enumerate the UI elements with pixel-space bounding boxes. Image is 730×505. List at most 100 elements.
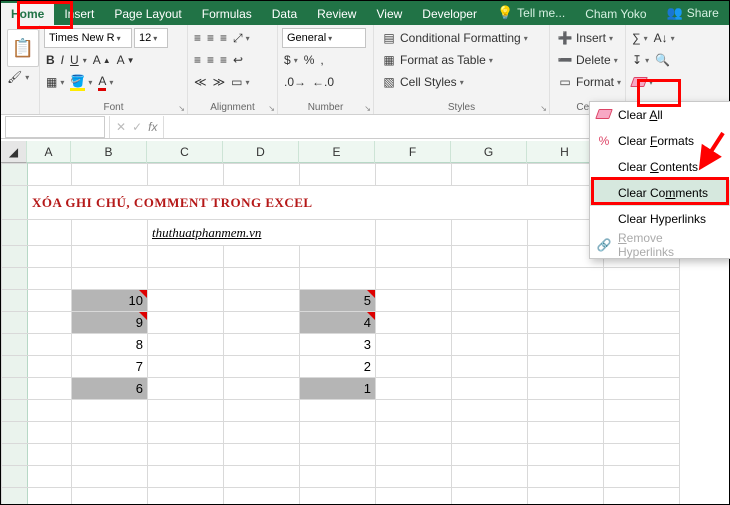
increase-font-button[interactable]: A▲ [91,52,113,68]
number-format-select[interactable]: General▾ [282,28,366,48]
table-row [2,268,680,290]
subtitle-cell[interactable]: thuthuatphanmem.vn [148,220,376,246]
increase-indent-button[interactable]: ≫ [211,74,228,90]
tab-insert[interactable]: Insert [54,3,104,25]
group-styles: ▤Conditional Formatting ▦Format as Table… [374,25,550,114]
col-header-b[interactable]: B [71,141,147,163]
tab-user[interactable]: Cham Yoko [575,3,656,25]
col-header-a[interactable]: A [27,141,71,163]
fill-button[interactable]: ↧ [630,52,651,68]
align-right-button[interactable]: ≡ [218,52,229,68]
eraser-icon [596,108,612,122]
clear-formats-icon: % [596,134,612,148]
group-number: General▾ $ % , .0→ ←.0 Number [278,25,374,114]
menu-remove-hyperlinks: 🔗Remove Hyperlinks [590,232,730,258]
font-color-button[interactable]: A [96,73,115,92]
table-row: thuthuatphanmem.vn [2,220,680,246]
menu-clear-comments[interactable]: Clear Comments [590,180,730,206]
paste-button[interactable]: 📋 [7,29,39,67]
col-header-g[interactable]: G [451,141,527,163]
conditional-formatting-button[interactable]: ▤Conditional Formatting [378,28,530,48]
align-left-button[interactable]: ≡ [192,52,203,68]
table-row: 94 [2,312,680,334]
tab-home[interactable]: Home [1,3,54,25]
table-row: 61 [2,378,680,400]
cell-styles-button[interactable]: ▧Cell Styles [378,72,466,92]
underline-button[interactable]: U▾ [68,52,89,68]
table-row: XÓA GHI CHÚ, COMMENT TRONG EXCEL [2,186,680,220]
menu-clear-formats[interactable]: %Clear Formats [590,128,730,154]
autosum-button[interactable]: ∑ [630,30,650,46]
tab-data[interactable]: Data [262,3,307,25]
insert-icon: ➕ [556,29,574,47]
table-row [2,444,680,466]
tab-page-layout[interactable]: Page Layout [104,3,191,25]
accounting-button[interactable]: $ [282,52,300,68]
delete-icon: ➖ [556,51,574,69]
bold-button[interactable]: B [44,52,57,68]
col-header-e[interactable]: E [299,141,375,163]
wrap-text-button[interactable]: ↩ [231,52,245,68]
menu-clear-hyperlinks[interactable]: Clear Hyperlinks [590,206,730,232]
table-row [2,488,680,505]
align-bottom-button[interactable]: ≡ [218,30,229,46]
clear-dropdown-menu: Clear All %Clear Formats Clear Contents … [589,101,730,259]
table-row: 72 [2,356,680,378]
percent-button[interactable]: % [302,52,317,68]
tab-review[interactable]: Review [307,3,366,25]
increase-decimal-button[interactable]: .0→ [282,74,308,90]
title-cell[interactable]: XÓA GHI CHÚ, COMMENT TRONG EXCEL [28,186,680,220]
tab-developer[interactable]: Developer [412,3,487,25]
cond-format-icon: ▤ [380,29,398,47]
select-all-corner[interactable]: ◢ [1,141,27,163]
format-as-table-button[interactable]: ▦Format as Table [378,50,495,70]
border-button[interactable]: ▦ [44,74,66,90]
tab-view[interactable]: View [366,3,412,25]
font-size-select[interactable]: 12▾ [134,28,168,48]
italic-button[interactable]: I [59,52,66,68]
col-header-d[interactable]: D [223,141,299,163]
fill-color-button[interactable]: 🪣 [68,73,94,92]
comma-button[interactable]: , [318,52,325,68]
table-row [2,164,680,186]
menu-clear-all[interactable]: Clear All [590,102,730,128]
font-name-select[interactable]: Times New R▾ [44,28,132,48]
cell-grid[interactable]: XÓA GHI CHÚ, COMMENT TRONG EXCEL thuthua… [1,163,680,504]
name-box[interactable] [5,116,105,138]
find-select-button[interactable]: 🔍 [653,52,672,68]
currency-icon: $ [284,53,291,67]
decrease-font-button[interactable]: A▼ [115,52,137,68]
find-icon: 🔍 [655,53,670,67]
cancel-formula-icon[interactable]: ✕ [116,120,126,134]
orientation-button[interactable]: ⤢ [231,30,252,47]
enter-formula-icon[interactable]: ✓ [132,120,142,134]
menu-clear-contents[interactable]: Clear Contents [590,154,730,180]
format-painter-button[interactable]: 🖌 [5,69,31,85]
table-row [2,246,680,268]
decrease-decimal-button[interactable]: ←.0 [310,74,336,90]
format-cells-button[interactable]: ▭Format [554,72,623,92]
col-header-f[interactable]: F [375,141,451,163]
delete-cells-button[interactable]: ➖Delete [554,50,620,70]
table-row [2,466,680,488]
group-label-font: Font [40,102,187,113]
sort-icon: A↓ [654,31,668,45]
align-middle-button[interactable]: ≡ [205,30,216,46]
border-icon: ▦ [46,75,57,89]
merge-center-button[interactable]: ▭ [229,74,251,90]
decrease-indent-button[interactable]: ≪ [192,74,209,90]
sort-filter-button[interactable]: A↓ [652,30,677,46]
align-center-button[interactable]: ≡ [205,52,216,68]
tab-share[interactable]: 👥Share [657,1,729,25]
tab-tell-me[interactable]: 💡Tell me... [487,1,575,25]
col-header-c[interactable]: C [147,141,223,163]
clear-button[interactable] [630,76,655,88]
clipboard-icon: 📋 [12,38,34,59]
sigma-icon: ∑ [632,31,641,45]
tab-formulas[interactable]: Formulas [192,3,262,25]
insert-cells-button[interactable]: ➕Insert [554,28,615,48]
align-top-button[interactable]: ≡ [192,30,203,46]
fx-icon[interactable]: fx [148,120,157,134]
table-icon: ▦ [380,51,398,69]
brush-icon: 🖌 [7,70,22,84]
